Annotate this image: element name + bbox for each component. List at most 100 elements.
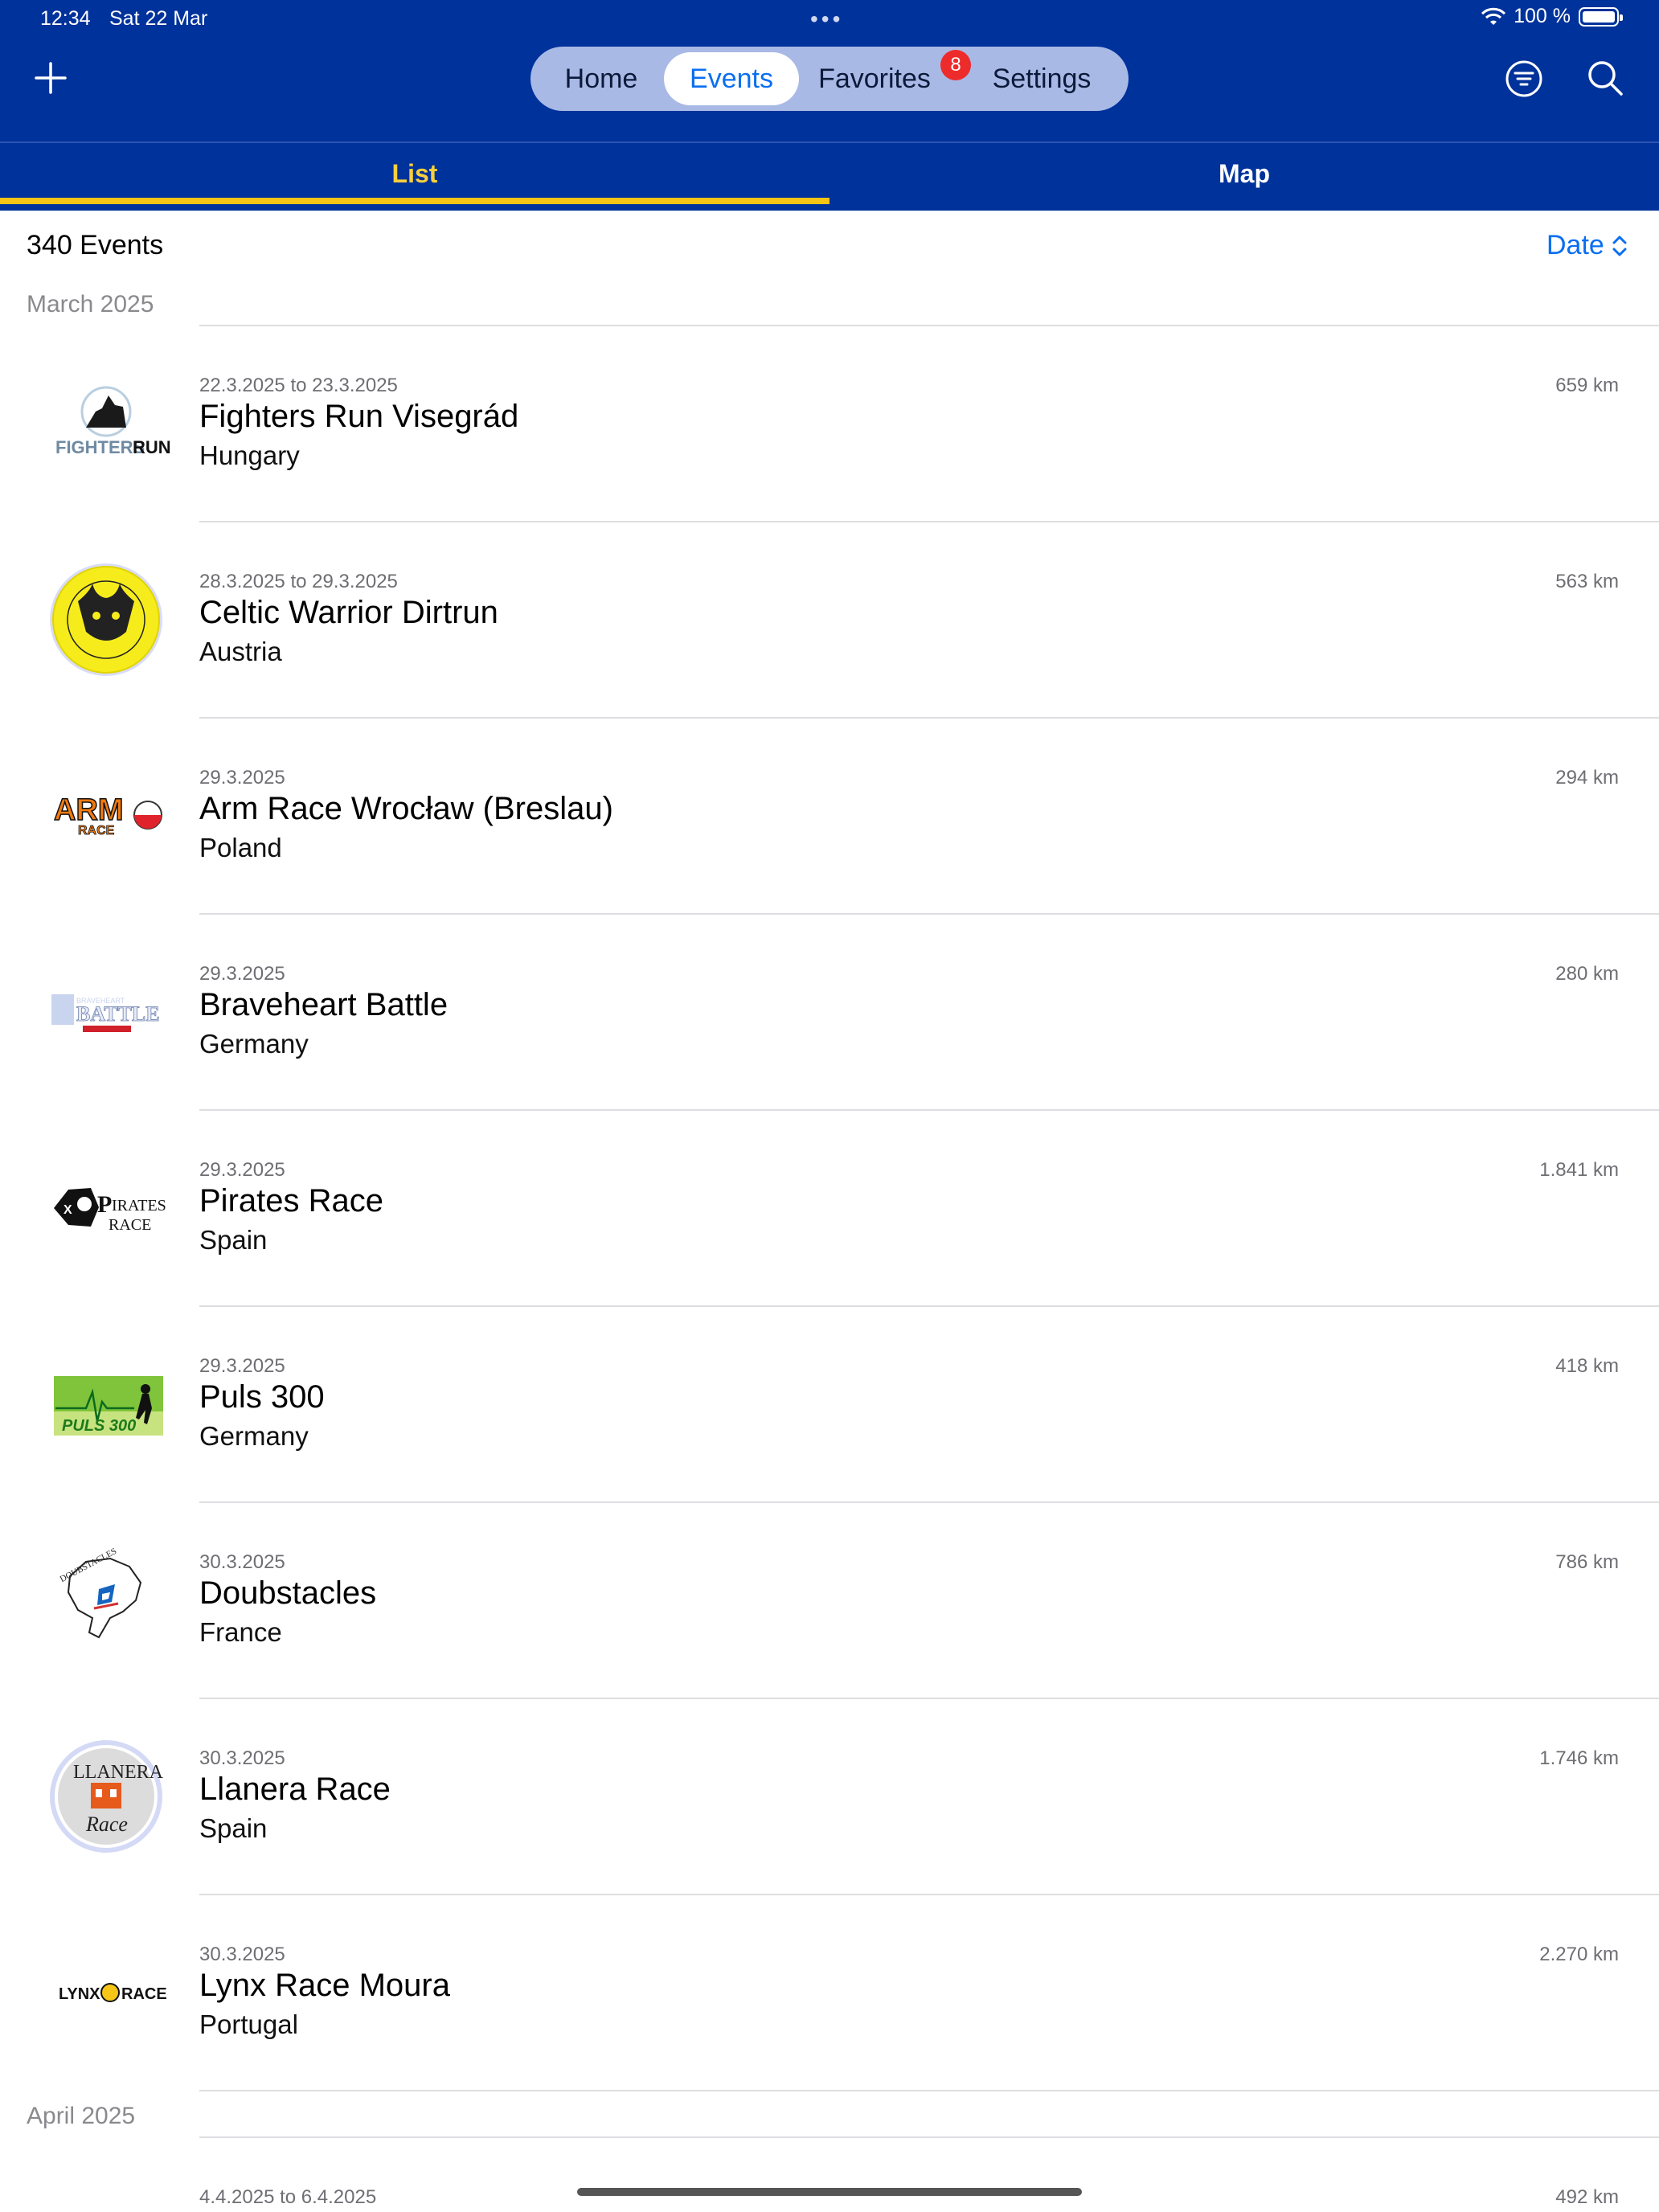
- event-row[interactable]: LLANERA Race 30.3.2025 Llanera Race Spai…: [0, 1699, 1659, 1895]
- event-name: Fighters Run Visegrád: [199, 399, 519, 434]
- multitasking-dots-icon[interactable]: •••: [810, 6, 843, 32]
- event-row[interactable]: X P IRATES RACE 29.3.2025 Pirates Race S…: [0, 1111, 1659, 1307]
- search-icon[interactable]: [1585, 58, 1625, 98]
- event-name: Arm Race Wrocław (Breslau): [199, 791, 613, 826]
- event-distance: 418 km: [1555, 1355, 1619, 1377]
- event-country: Hungary: [199, 440, 300, 470]
- filter-icon[interactable]: [1505, 59, 1543, 98]
- tab-events[interactable]: Events: [664, 52, 799, 105]
- active-tab-indicator: [0, 198, 830, 204]
- svg-text:ARM: ARM: [54, 793, 124, 827]
- event-name: Puls 300: [199, 1379, 325, 1415]
- status-right: 100 %: [1481, 5, 1623, 28]
- event-name: Doubstacles: [199, 1575, 377, 1611]
- wifi-icon: [1481, 7, 1506, 25]
- event-date: 22.3.2025 to 23.3.2025: [199, 375, 398, 396]
- svg-text:X: X: [63, 1203, 72, 1217]
- battery-icon: [1579, 6, 1623, 27]
- event-country: Austria: [199, 637, 282, 666]
- lynx-race-logo: LYNX RACE: [42, 1940, 170, 2045]
- svg-text:FIGHTERS: FIGHTERS: [55, 437, 145, 457]
- fighters-run-logo: FIGHTERS RUN: [42, 371, 171, 476]
- svg-text:RUN: RUN: [133, 437, 171, 457]
- event-date: 29.3.2025: [199, 1355, 285, 1377]
- event-row[interactable]: PULS 300 29.3.2025 Puls 300 Germany 418 …: [0, 1307, 1659, 1503]
- event-name: Pirates Race: [199, 1183, 383, 1219]
- event-row[interactable]: ARM RACE 29.3.2025 Arm Race Wrocław (Bre…: [0, 719, 1659, 915]
- svg-text:LYNX: LYNX: [59, 1985, 100, 2003]
- event-count: 340 Events: [27, 230, 164, 260]
- event-name: Lynx Race Moura: [199, 1968, 450, 2003]
- event-distance: 1.841 km: [1539, 1159, 1619, 1181]
- event-row[interactable]: LYNX RACE 30.3.2025 Lynx Race Moura Port…: [0, 1895, 1659, 2091]
- status-date: Sat 22 Mar: [109, 7, 208, 30]
- event-distance: 294 km: [1555, 767, 1619, 789]
- event-country: Spain: [199, 1813, 268, 1843]
- tab-settings[interactable]: Settings: [971, 52, 1112, 105]
- tab-favorites[interactable]: Favorites: [807, 52, 942, 105]
- llanera-race-logo: LLANERA Race: [42, 1740, 170, 1853]
- event-country: Spain: [199, 1225, 268, 1255]
- event-name: Celtic Warrior Dirtrun: [199, 595, 498, 630]
- status-time: 12:34: [40, 7, 91, 30]
- svg-text:LLANERA: LLANERA: [73, 1762, 164, 1783]
- main-nav-segmented-control: Home Events Favorites 8 Settings: [530, 47, 1129, 111]
- arm-race-logo: ARM RACE: [42, 764, 170, 868]
- event-name: Braveheart Battle: [199, 987, 449, 1022]
- event-country: France: [199, 1617, 282, 1647]
- event-row[interactable]: BRAVEHEART BATTLE 29.3.2025 Braveheart B…: [0, 915, 1659, 1111]
- section-header: March 2025: [27, 291, 154, 317]
- doubstacles-logo: DOUBSTACLES: [42, 1546, 170, 1653]
- event-country: Germany: [199, 1029, 309, 1059]
- svg-text:P: P: [97, 1191, 112, 1218]
- event-distance: 563 km: [1555, 571, 1619, 592]
- event-date: 29.3.2025: [199, 1159, 285, 1181]
- section-header: April 2025: [27, 2103, 136, 2129]
- event-country: Portugal: [199, 2009, 298, 2039]
- subtab-list[interactable]: List: [0, 143, 830, 204]
- event-distance: 1.746 km: [1539, 1747, 1619, 1769]
- subtab-map[interactable]: Map: [830, 143, 1659, 204]
- event-date: 29.3.2025: [199, 963, 285, 985]
- separator: [199, 2090, 1659, 2091]
- event-date: 30.3.2025: [199, 1747, 285, 1769]
- sort-label: Date: [1546, 230, 1604, 260]
- svg-text:BATTLE: BATTLE: [76, 1002, 160, 1026]
- event-distance: 2.270 km: [1539, 1944, 1619, 1965]
- event-row[interactable]: 4.4.2025 to 6.4.2025 492 km: [0, 2138, 1659, 2212]
- event-distance: 659 km: [1555, 375, 1619, 396]
- event-row[interactable]: 28.3.2025 to 29.3.2025 Celtic Warrior Di…: [0, 522, 1659, 719]
- svg-text:RACE: RACE: [78, 824, 115, 838]
- sort-button[interactable]: Date: [1546, 230, 1628, 261]
- tab-home[interactable]: Home: [545, 52, 657, 105]
- home-indicator[interactable]: [577, 2188, 1082, 2196]
- svg-text:IRATES: IRATES: [112, 1197, 166, 1215]
- event-name: Llanera Race: [199, 1772, 391, 1807]
- event-date: 28.3.2025 to 29.3.2025: [199, 571, 398, 592]
- favorites-badge: 8: [940, 50, 971, 80]
- status-bar: 12:34 Sat 22 Mar ••• 100 %: [0, 0, 1659, 39]
- event-distance: 786 km: [1555, 1551, 1619, 1573]
- braveheart-battle-logo: BRAVEHEART BATTLE: [42, 960, 170, 1064]
- svg-text:PULS 300: PULS 300: [62, 1417, 136, 1435]
- svg-text:RACE: RACE: [121, 1985, 167, 2003]
- puls-300-logo: PULS 300: [42, 1352, 170, 1456]
- chevron-up-down-icon: [1612, 236, 1627, 256]
- svg-text:Race: Race: [85, 1813, 128, 1836]
- event-date: 29.3.2025: [199, 767, 285, 789]
- event-date: 30.3.2025: [199, 1944, 285, 1965]
- celtic-warrior-logo: [42, 563, 170, 676]
- pirates-race-logo: X P IRATES RACE: [42, 1156, 170, 1260]
- event-country: Germany: [199, 1421, 309, 1451]
- event-distance: 492 km: [1555, 2186, 1619, 2208]
- event-distance: 280 km: [1555, 963, 1619, 985]
- event-row[interactable]: DOUBSTACLES 30.3.2025 Doubstacles France…: [0, 1503, 1659, 1699]
- top-bar: 12:34 Sat 22 Mar ••• 100 % Home Events F…: [0, 0, 1659, 211]
- battery-percent: 100 %: [1514, 5, 1571, 27]
- event-date: 4.4.2025 to 6.4.2025: [199, 2186, 377, 2208]
- event-country: Poland: [199, 833, 282, 862]
- event-date: 30.3.2025: [199, 1551, 285, 1573]
- add-icon[interactable]: [31, 58, 71, 98]
- event-row[interactable]: FIGHTERS RUN 22.3.2025 to 23.3.2025 Figh…: [0, 326, 1659, 522]
- svg-text:RACE: RACE: [109, 1216, 151, 1234]
